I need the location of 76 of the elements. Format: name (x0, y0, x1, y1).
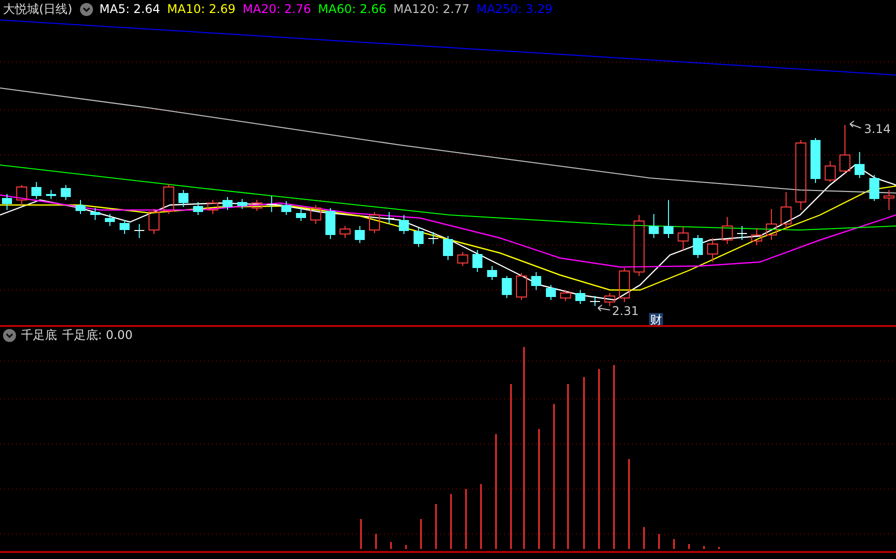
candlestick (575, 290, 586, 304)
candlestick (414, 228, 424, 248)
candlestick (531, 272, 542, 290)
candlestick (487, 266, 498, 280)
candlestick (664, 200, 674, 238)
candlestick (163, 184, 174, 214)
indicator-value: MA10: 2.69 (167, 2, 236, 16)
indicator-reading: 千足底: 0.00 (62, 327, 133, 344)
candlestick (384, 212, 394, 224)
indicator-value: MA5: 2.64 (99, 2, 160, 16)
candlestick (560, 290, 572, 302)
candlestick (76, 200, 86, 214)
candlestick (546, 284, 556, 300)
candlestick (428, 232, 438, 244)
indicator-value: MA20: 2.76 (242, 2, 311, 16)
candlestick (472, 250, 482, 272)
candlestick (90, 208, 100, 220)
candlestick (134, 224, 144, 238)
candlestick (707, 238, 718, 262)
candlestick (502, 276, 512, 298)
candlestick (678, 226, 689, 250)
candlestick (398, 214, 409, 234)
candlestick (692, 234, 703, 258)
candlestick (884, 190, 894, 210)
candlestick (354, 226, 365, 244)
candlestick (266, 196, 277, 212)
candlestick (590, 296, 600, 306)
indicator-value: MA60: 2.66 (318, 2, 386, 16)
dropdown-icon[interactable] (3, 329, 16, 342)
candlestick (648, 214, 659, 238)
candlestick (222, 196, 232, 210)
candlestick (325, 208, 336, 240)
candlestick (193, 202, 204, 216)
low-price-label: 2.31 (612, 304, 639, 318)
candlestick (810, 138, 820, 184)
stock-title: 大悦城(日线) (3, 0, 72, 18)
candlestick (281, 200, 292, 216)
candlestick (516, 272, 527, 300)
candlestick (737, 226, 747, 240)
candlestick (854, 152, 865, 178)
candlestick (296, 208, 306, 222)
candlestick (46, 190, 56, 200)
candlestick (634, 214, 645, 276)
candlestick (16, 184, 28, 206)
candlestick (618, 268, 630, 302)
candlestick (795, 140, 806, 210)
candlestick (120, 220, 130, 234)
dropdown-icon[interactable] (80, 2, 94, 16)
candlestick (443, 236, 453, 260)
candlestick (369, 212, 380, 234)
candlestick (604, 292, 616, 306)
indicator-value: MA120: 2.77 (393, 2, 470, 16)
candlestick (104, 214, 115, 226)
candlestick (237, 198, 248, 210)
candlestick (31, 182, 42, 200)
candlestick (824, 160, 836, 182)
candlestick (207, 200, 218, 214)
candlestick (340, 226, 351, 238)
candlestick (310, 204, 322, 224)
candlestick (766, 208, 777, 240)
indicator-title: 千足底 (21, 327, 57, 344)
candlestick (839, 124, 850, 174)
indicator-value: MA250: 3.29 (476, 2, 553, 16)
candlestick (148, 208, 160, 234)
candlestick (751, 228, 762, 246)
pointer-arrow-icon (850, 120, 862, 128)
candlestick (869, 174, 880, 202)
high-price-label: 3.14 (864, 122, 891, 136)
candlestick (722, 216, 733, 244)
candlestick (251, 200, 262, 212)
candlestick (780, 192, 792, 230)
candlestick (60, 184, 71, 200)
candlestick (457, 252, 468, 266)
candlestick (2, 194, 12, 210)
candlestick (178, 190, 188, 208)
pointer-arrow-icon (598, 304, 610, 312)
